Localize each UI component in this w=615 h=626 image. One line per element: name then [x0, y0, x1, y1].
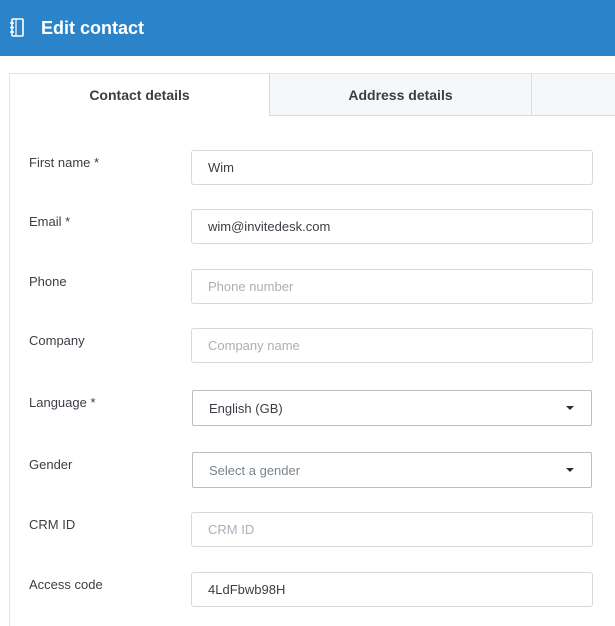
- gender-label: Gender: [29, 457, 73, 472]
- gender-select[interactable]: Select a gender: [192, 452, 592, 488]
- phone-field[interactable]: [191, 269, 593, 304]
- first-name-label: First name *: [29, 155, 100, 170]
- chevron-down-icon: [566, 406, 574, 410]
- page-header: Edit contact: [0, 0, 615, 56]
- language-selected-value: English (GB): [209, 400, 283, 416]
- company-field[interactable]: [191, 328, 593, 363]
- page-title: Edit contact: [41, 17, 145, 38]
- tab-contact-details[interactable]: Contact details: [10, 74, 270, 116]
- crm-id-field[interactable]: [191, 512, 593, 547]
- language-select[interactable]: English (GB): [192, 390, 592, 426]
- access-code-label: Access code: [29, 577, 103, 592]
- first-name-field[interactable]: [191, 150, 593, 185]
- edit-contact-panel: Contact details Address details First na…: [9, 73, 615, 626]
- email-label: Email *: [29, 214, 71, 229]
- access-code-field[interactable]: [191, 572, 593, 607]
- crm-id-label: CRM ID: [29, 517, 76, 532]
- company-label: Company: [29, 333, 85, 348]
- address-book-icon: [9, 18, 25, 38]
- chevron-down-icon: [566, 468, 574, 472]
- phone-label: Phone: [29, 274, 67, 289]
- language-label: Language *: [29, 395, 96, 410]
- gender-placeholder: Select a gender: [209, 462, 301, 478]
- tab-bar-filler: [532, 74, 615, 116]
- email-field[interactable]: [191, 209, 593, 244]
- tab-bar: Contact details Address details: [10, 74, 615, 116]
- tab-address-details[interactable]: Address details: [270, 74, 532, 116]
